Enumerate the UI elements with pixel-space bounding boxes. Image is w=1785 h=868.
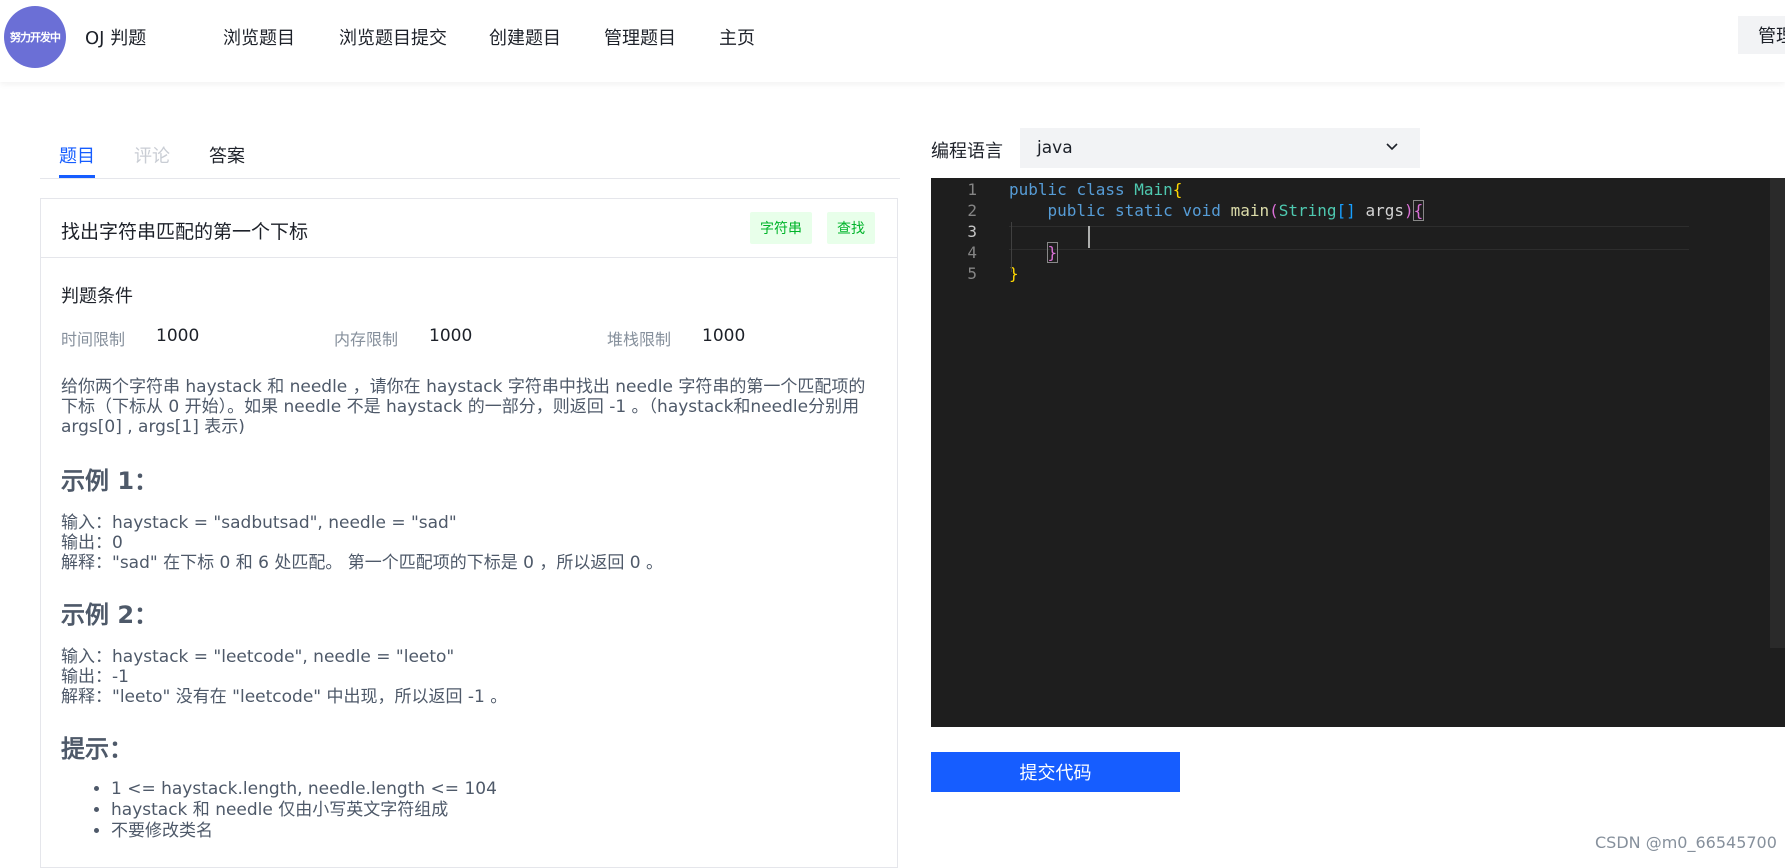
tag-search: 查找 — [827, 212, 875, 244]
tab-question[interactable]: 题目 — [59, 142, 95, 168]
nav-browse-questions[interactable]: 浏览题目 — [223, 24, 295, 50]
example-2-title: 示例 2： — [61, 601, 159, 629]
question-tabs: 题目 评论 答案 — [40, 128, 900, 179]
tag-string: 字符串 — [750, 212, 812, 244]
logo[interactable]: 努力开发中 — [4, 6, 66, 68]
nav-create-question[interactable]: 创建题目 — [489, 24, 561, 50]
example-2-body: 输入：haystack = "leetcode", needle = "leet… — [61, 647, 507, 707]
list-item: haystack 和 needle 仅由小写英文字符组成 — [111, 800, 497, 821]
active-tab-indicator — [59, 175, 95, 178]
list-item: 1 <= haystack.length, needle.length <= 1… — [111, 779, 497, 800]
line-number: 2 — [967, 201, 977, 220]
hints-list: 1 <= haystack.length, needle.length <= 1… — [61, 779, 497, 842]
code-editor[interactable]: 1 public class Main{ 2 public static voi… — [931, 178, 1785, 727]
stack-limit-label: 堆栈限制 — [607, 330, 672, 349]
admin-button[interactable]: 管理 — [1738, 16, 1785, 54]
line-number: 1 — [967, 180, 977, 199]
line-number: 3 — [967, 222, 977, 241]
code-text: public class Main{ — [1009, 180, 1183, 199]
chevron-down-icon — [1386, 143, 1398, 151]
admin-label: 管理 — [1758, 26, 1785, 47]
time-limit-label: 时间限制 — [61, 330, 126, 349]
editor-scrollbar[interactable] — [1770, 178, 1785, 648]
example-line: 输入：haystack = "sadbutsad", needle = "sad… — [61, 513, 457, 533]
app-title[interactable]: OJ 判题 — [85, 24, 146, 50]
nav-browse-submissions[interactable]: 浏览题目提交 — [339, 24, 447, 50]
description-line: args[0] , args[1] 表示) — [61, 417, 245, 437]
question-card: 找出字符串匹配的第一个下标 字符串 查找 判题条件 时间限制 1000 内存限制… — [40, 198, 898, 868]
description-line: 下标（下标从 0 开始）。如果 needle 不是 haystack 的一部分，… — [61, 397, 860, 417]
tab-comments[interactable]: 评论 — [134, 142, 170, 168]
example-1-body: 输入：haystack = "sadbutsad", needle = "sad… — [61, 513, 663, 573]
tab-answer[interactable]: 答案 — [209, 142, 245, 168]
code-text: public static void main(String[] args){ — [1047, 200, 1425, 221]
example-1-title: 示例 1： — [61, 467, 159, 495]
question-description: 给你两个字符串 haystack 和 needle ，请你在 haystack … — [61, 377, 883, 437]
question-card-header: 找出字符串匹配的第一个下标 字符串 查找 — [41, 199, 897, 258]
text-caret — [1088, 226, 1090, 248]
judge-config-title: 判题条件 — [61, 286, 133, 307]
example-line: 解释："leeto" 没有在 "leetcode" 中出现，所以返回 -1 。 — [61, 687, 508, 707]
question-title: 找出字符串匹配的第一个下标 — [61, 221, 309, 243]
example-line: 输出：-1 — [61, 667, 129, 687]
submit-code-button[interactable]: 提交代码 — [931, 752, 1180, 792]
code-line: 5 } — [931, 262, 1785, 286]
example-line: 输出：0 — [61, 533, 123, 553]
logo-text: 努力开发中 — [10, 31, 61, 44]
hints-title: 提示： — [61, 735, 133, 763]
example-line: 输入：haystack = "leetcode", needle = "leet… — [61, 647, 455, 667]
language-select[interactable]: java — [1020, 128, 1420, 168]
nav-home[interactable]: 主页 — [719, 24, 755, 50]
line-number: 5 — [967, 264, 977, 283]
line-number: 4 — [967, 243, 977, 262]
memory-limit-label: 内存限制 — [334, 330, 399, 349]
example-line: 解释："sad" 在下标 0 和 6 处匹配。 第一个匹配项的下标是 0 ，所以… — [61, 553, 664, 573]
code-text: } — [1046, 242, 1059, 263]
list-item: 不要修改类名 — [111, 821, 497, 842]
language-label: 编程语言 — [931, 141, 1003, 162]
submit-code-label: 提交代码 — [1019, 763, 1092, 784]
watermark: CSDN @m0_66545700 — [1595, 833, 1777, 852]
language-selected-value: java — [1037, 138, 1073, 158]
nav-manage-questions[interactable]: 管理题目 — [604, 24, 676, 50]
memory-limit-value: 1000 — [429, 326, 473, 346]
stack-limit-value: 1000 — [702, 326, 746, 346]
time-limit-value: 1000 — [156, 326, 200, 346]
top-nav-bar: 努力开发中 OJ 判题 浏览题目 浏览题目提交 创建题目 管理题目 主页 管理 — [0, 0, 1785, 82]
description-line: 给你两个字符串 haystack 和 needle ，请你在 haystack … — [61, 377, 866, 397]
indent-guide — [1011, 222, 1012, 272]
